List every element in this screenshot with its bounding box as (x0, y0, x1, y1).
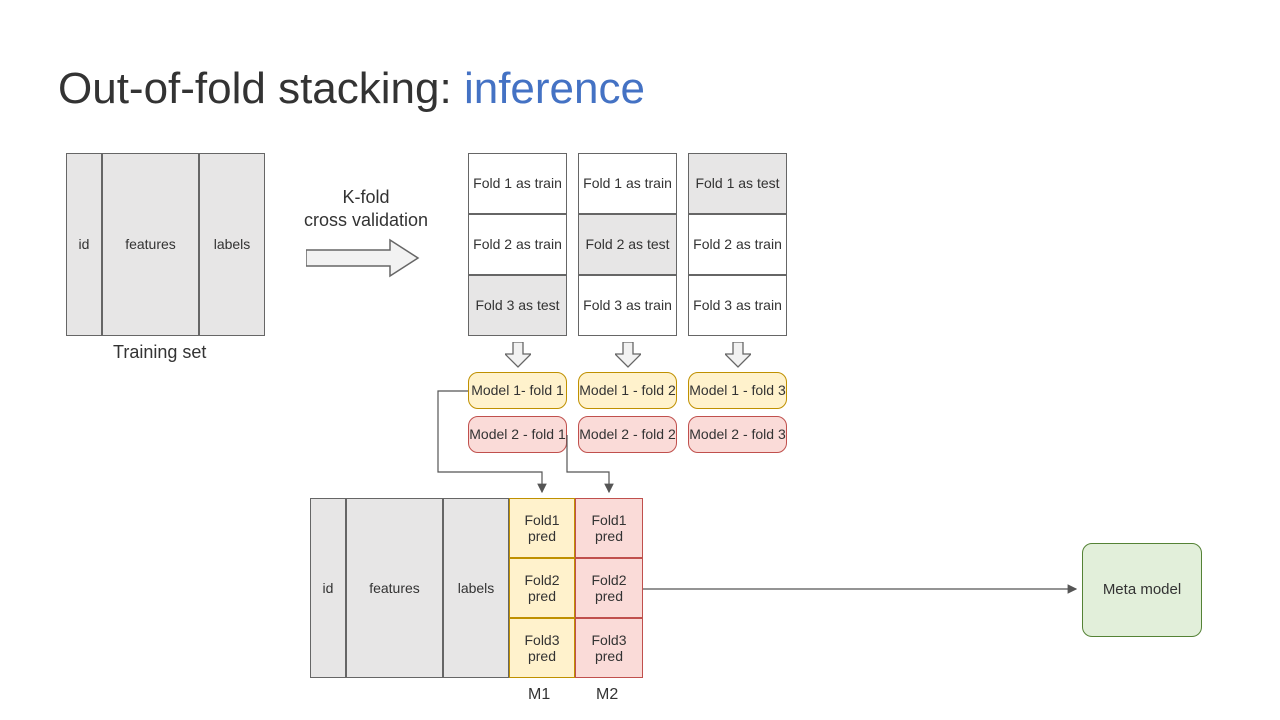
fold-col2-row3: Fold 3 as train (578, 275, 677, 336)
stacked-m2-fold3: Fold3 pred (575, 618, 643, 678)
training-cell-features: features (102, 153, 199, 336)
stacked-m1-fold1: Fold1 pred (509, 498, 575, 558)
stacked-m2-fold2: Fold2 pred (575, 558, 643, 618)
fold-col3-row1: Fold 1 as test (688, 153, 787, 214)
stacked-cell-labels: labels (443, 498, 509, 678)
fold-col3-row3: Fold 3 as train (688, 275, 787, 336)
arrow-down-small-3-icon (725, 342, 751, 368)
training-cell-labels: labels (199, 153, 265, 336)
training-cell-id: id (66, 153, 102, 336)
stacked-cell-features: features (346, 498, 443, 678)
fold-col1-row3: Fold 3 as test (468, 275, 567, 336)
fold-col1-row2: Fold 2 as train (468, 214, 567, 275)
fold-col2-row2: Fold 2 as test (578, 214, 677, 275)
kfold-line1: K-fold (342, 187, 389, 207)
arrow-down-small-2-icon (615, 342, 641, 368)
fold-col1-row1: Fold 1 as train (468, 153, 567, 214)
model1-fold1: Model 1- fold 1 (468, 372, 567, 409)
stacked-cell-id: id (310, 498, 346, 678)
stacked-m2-fold1: Fold1 pred (575, 498, 643, 558)
stacked-m1-label: M1 (528, 686, 550, 704)
meta-model: Meta model (1082, 543, 1202, 637)
training-caption: Training set (113, 342, 206, 363)
kfold-line2: cross validation (304, 210, 428, 230)
arrow-down-small-1-icon (505, 342, 531, 368)
model2-fold3: Model 2 - fold 3 (688, 416, 787, 453)
model2-fold1: Model 2 - fold 1 (468, 416, 567, 453)
stacked-m1-fold3: Fold3 pred (509, 618, 575, 678)
title-accent: inference (464, 64, 645, 113)
fold-col3-row2: Fold 2 as train (688, 214, 787, 275)
model1-fold2: Model 1 - fold 2 (578, 372, 677, 409)
arrow-right-large-icon (306, 236, 422, 280)
title-main: Out-of-fold stacking: (58, 64, 464, 113)
model1-fold3: Model 1 - fold 3 (688, 372, 787, 409)
model2-fold2: Model 2 - fold 2 (578, 416, 677, 453)
fold-col2-row1: Fold 1 as train (578, 153, 677, 214)
page-title: Out-of-fold stacking: inference (58, 64, 645, 114)
stacked-m2-label: M2 (596, 686, 618, 704)
stacked-m1-fold2: Fold2 pred (509, 558, 575, 618)
kfold-label: K-fold cross validation (293, 186, 439, 231)
